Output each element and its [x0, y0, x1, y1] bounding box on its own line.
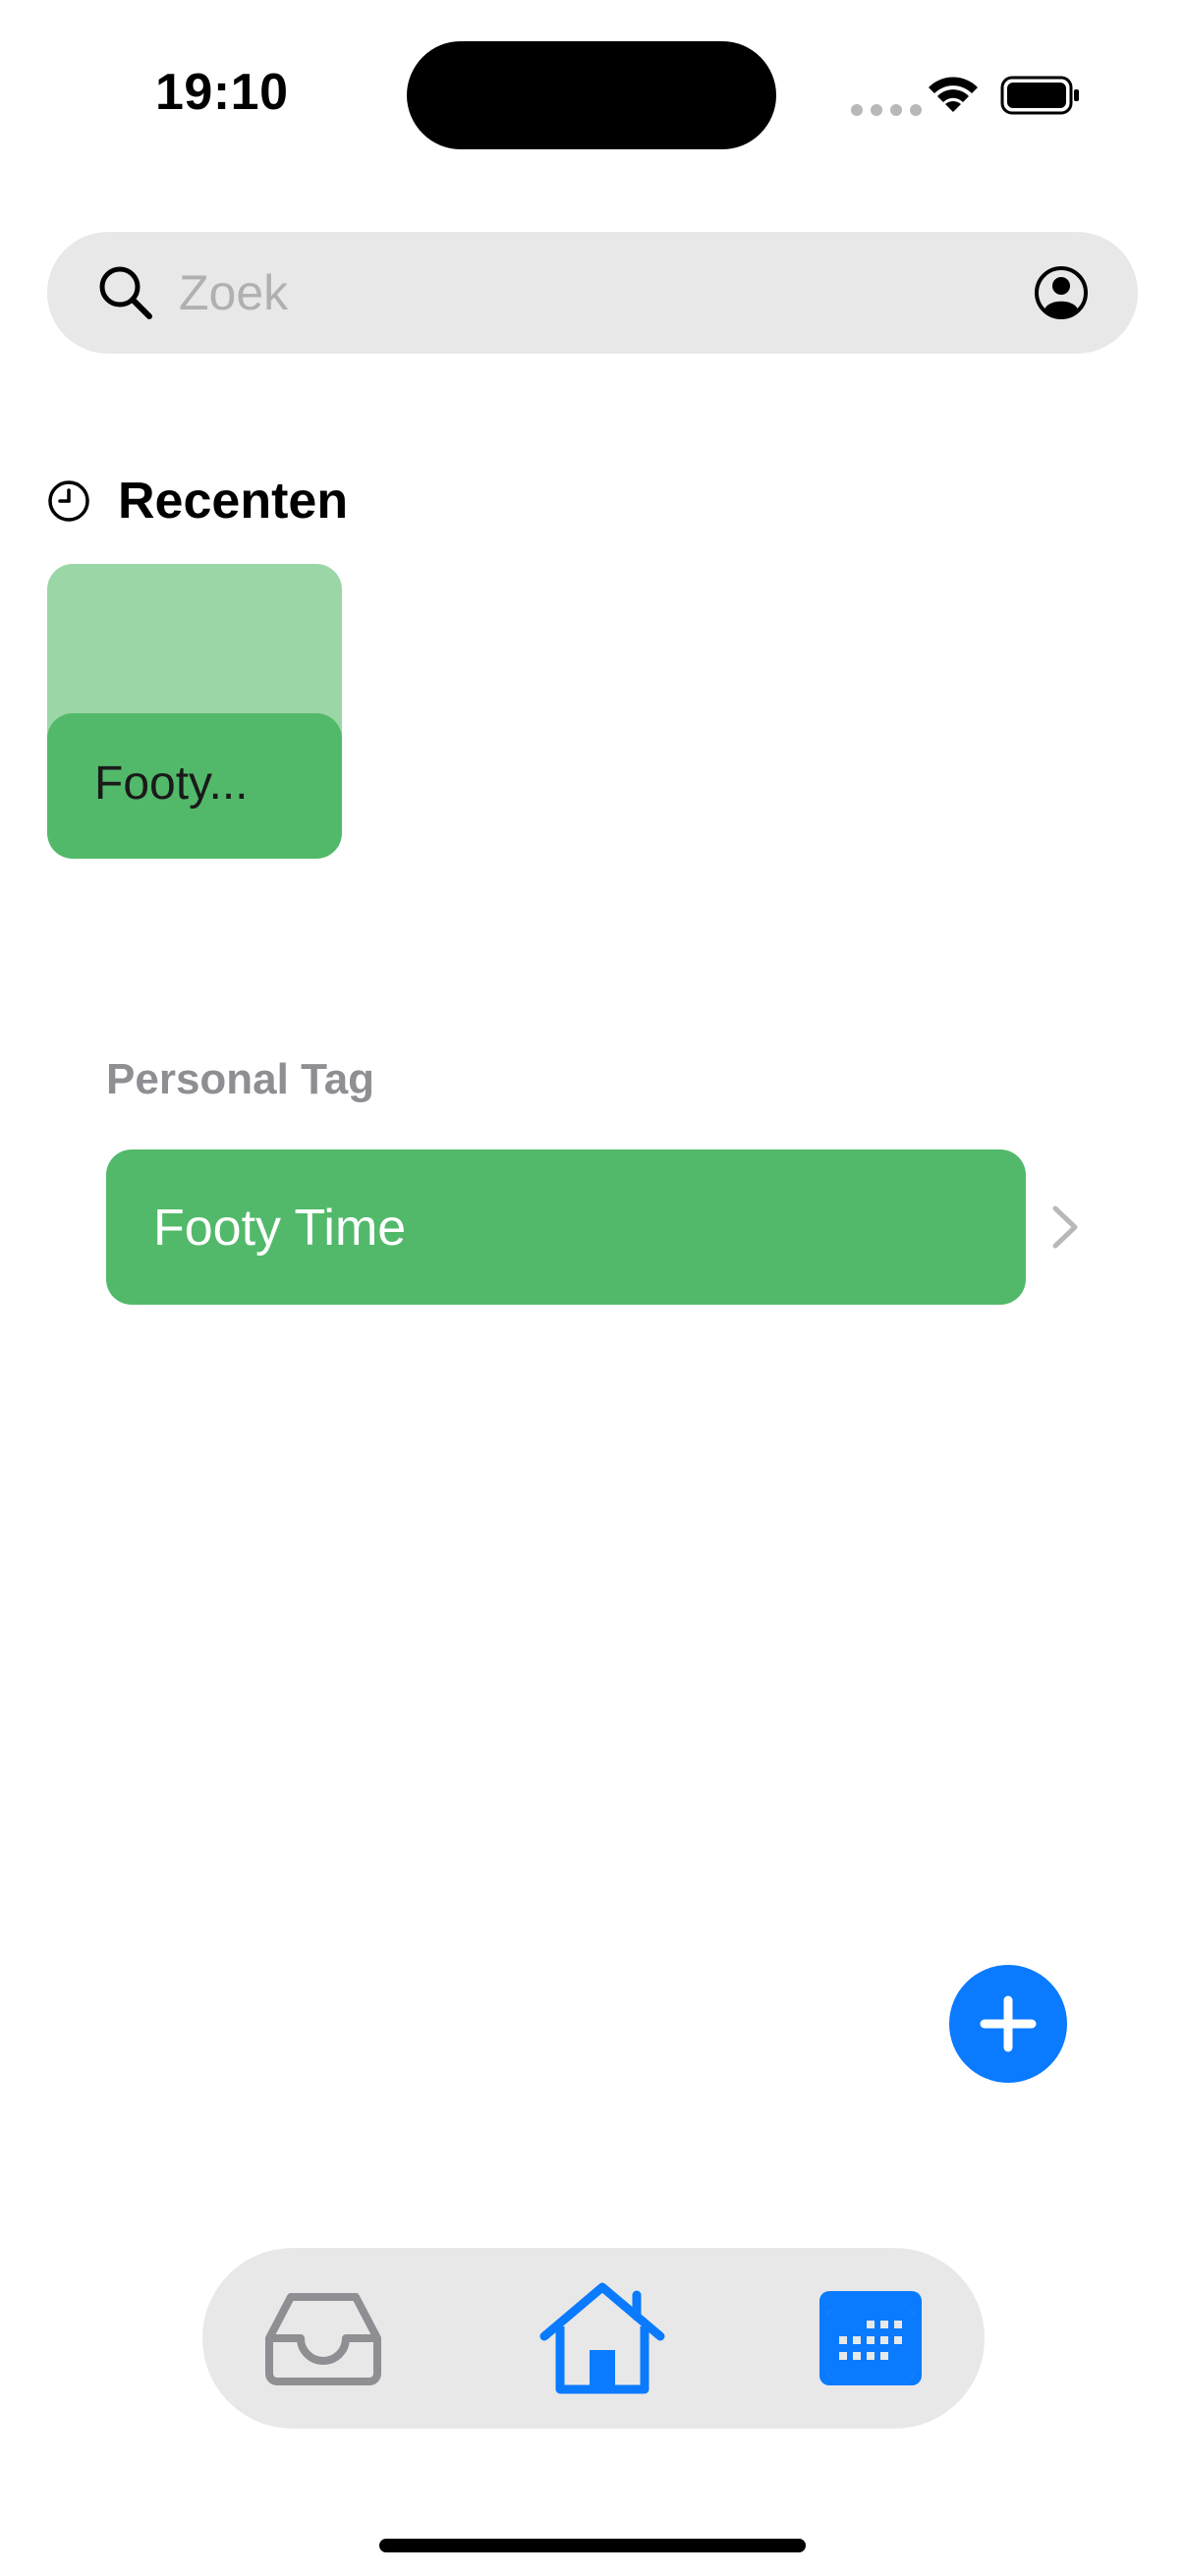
tag-row-label: Footy Time: [153, 1200, 407, 1257]
inbox-tray-icon[interactable]: [261, 2289, 385, 2387]
battery-icon: [1000, 76, 1079, 115]
section-label-personal-tag: Personal Tag: [106, 1055, 375, 1103]
dynamic-island: [407, 41, 776, 149]
house-icon[interactable]: [538, 2281, 666, 2395]
recents-title: Recenten: [118, 473, 349, 530]
search-input[interactable]: [179, 257, 985, 328]
person-circle-icon[interactable]: [1034, 265, 1089, 320]
calendar-icon[interactable]: [818, 2289, 924, 2387]
cellular-signal-icon: [851, 104, 922, 116]
recent-item[interactable]: Footy...: [47, 564, 342, 859]
tag-row[interactable]: Footy Time: [106, 1149, 1026, 1305]
status-time: 19:10: [155, 64, 289, 121]
recent-item-footer: Footy...: [47, 713, 342, 859]
chevron-right-icon[interactable]: [1051, 1204, 1079, 1250]
wifi-icon: [929, 77, 978, 112]
search-icon: [99, 266, 152, 319]
plus-icon: [980, 1995, 1037, 2052]
recent-item-label: Footy...: [94, 757, 249, 810]
add-button[interactable]: [949, 1965, 1067, 2083]
clock-icon: [48, 480, 89, 522]
home-indicator: [379, 2539, 806, 2552]
